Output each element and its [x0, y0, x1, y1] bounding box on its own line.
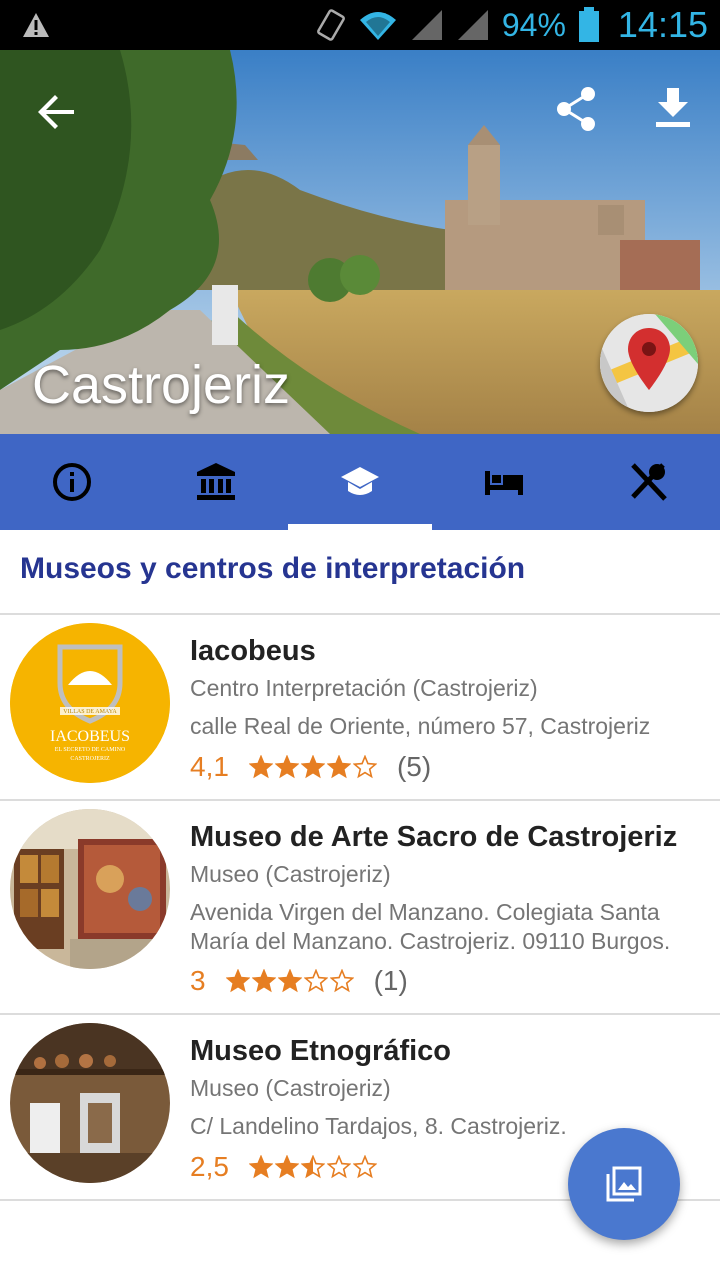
item-name: Museo de Arte Sacro de Castrojeriz [190, 821, 678, 853]
wifi-icon [359, 12, 396, 40]
star-empty-icon [303, 969, 328, 993]
museum-photo [10, 809, 170, 969]
star-full-icon [251, 969, 276, 993]
tab-info[interactable] [0, 434, 144, 530]
status-bar: 94% 14:15 [0, 0, 720, 50]
star-empty-icon [352, 1155, 377, 1179]
tab-restaurants[interactable] [576, 434, 720, 530]
category-tabs [0, 434, 720, 530]
download-icon[interactable] [648, 84, 698, 134]
back-arrow-icon[interactable] [34, 90, 78, 134]
star-full-icon [277, 969, 302, 993]
signal-icon-2 [457, 10, 488, 40]
list-item[interactable]: Museo de Arte Sacro de Castrojeriz Museo… [0, 801, 720, 1013]
star-full-icon [300, 755, 325, 779]
tab-museums[interactable] [144, 434, 288, 530]
battery-icon [578, 7, 599, 42]
hero-banner: Castrojeriz [0, 50, 720, 434]
item-address: calle Real de Oriente, número 57, Castro… [190, 713, 651, 739]
gallery-button[interactable] [568, 1128, 680, 1240]
item-type: Centro Interpretación (Castrojeriz) [190, 675, 538, 701]
star-rating [248, 1155, 377, 1179]
rating-score: 3 [190, 965, 206, 996]
item-name: Iacobeus [190, 635, 316, 667]
star-empty-icon [329, 969, 354, 993]
item-rating: 4,1 (5) [190, 751, 431, 783]
star-empty-icon [326, 1155, 351, 1179]
star-full-icon [225, 969, 250, 993]
rating-count: (1) [373, 965, 408, 996]
vibrate-icon [316, 9, 345, 41]
item-address: Avenida Virgen del Manzano. Colegiata Sa… [190, 899, 671, 954]
tab-indicator [288, 524, 432, 530]
item-rating: 2,5 [190, 1151, 397, 1183]
tab-education[interactable] [288, 434, 432, 530]
battery-percent: 94% [501, 6, 566, 43]
signal-icon [411, 10, 442, 40]
svg-text:IACOBEUS: IACOBEUS [50, 728, 130, 745]
bed-icon [485, 471, 523, 495]
school-icon [341, 467, 379, 495]
star-rating [225, 969, 354, 993]
tab-lodging[interactable] [432, 434, 576, 530]
item-thumbnail: VILLAS DE AMAYA IACOBEUS EL SECRETO DE C… [10, 623, 170, 783]
star-rating [248, 755, 377, 779]
item-thumbnail [10, 809, 170, 969]
svg-text:VILLAS DE AMAYA: VILLAS DE AMAYA [63, 709, 117, 715]
section-title: Museos y centros de interpretación [20, 552, 526, 585]
iacobeus-logo: VILLAS DE AMAYA IACOBEUS EL SECRETO DE C… [10, 623, 170, 783]
item-thumbnail [10, 1023, 170, 1183]
museum-icon [197, 463, 235, 500]
svg-text:CASTROJERIZ: CASTROJERIZ [70, 756, 110, 762]
ethnographic-photo [10, 1023, 170, 1183]
rating-count: (5) [396, 751, 432, 782]
page-title: Castrojeriz [32, 355, 291, 415]
item-rating: 3 (1) [190, 965, 408, 997]
list-item[interactable]: VILLAS DE AMAYA IACOBEUS EL SECRETO DE C… [0, 615, 720, 799]
rating-score: 4,1 [190, 751, 229, 782]
svg-text:EL SECRETO DE CAMINO: EL SECRETO DE CAMINO [55, 747, 126, 753]
info-icon [53, 463, 91, 501]
share-icon[interactable] [552, 84, 602, 134]
star-full-icon [326, 755, 351, 779]
gallery-icon [606, 1166, 642, 1202]
star-full-icon [274, 1155, 299, 1179]
restaurant-icon [631, 463, 667, 501]
warning-icon [23, 13, 49, 37]
item-type: Museo (Castrojeriz) [190, 1075, 391, 1101]
star-full-icon [248, 755, 273, 779]
star-full-icon [274, 755, 299, 779]
map-button[interactable] [600, 314, 698, 412]
star-half-icon [300, 1155, 325, 1179]
item-type: Museo (Castrojeriz) [190, 861, 391, 887]
item-name: Museo Etnográfico [190, 1035, 452, 1067]
clock: 14:15 [617, 4, 708, 45]
star-full-icon [248, 1155, 273, 1179]
star-empty-icon [352, 755, 377, 779]
map-pin-icon [600, 314, 698, 412]
rating-score: 2,5 [190, 1151, 229, 1182]
